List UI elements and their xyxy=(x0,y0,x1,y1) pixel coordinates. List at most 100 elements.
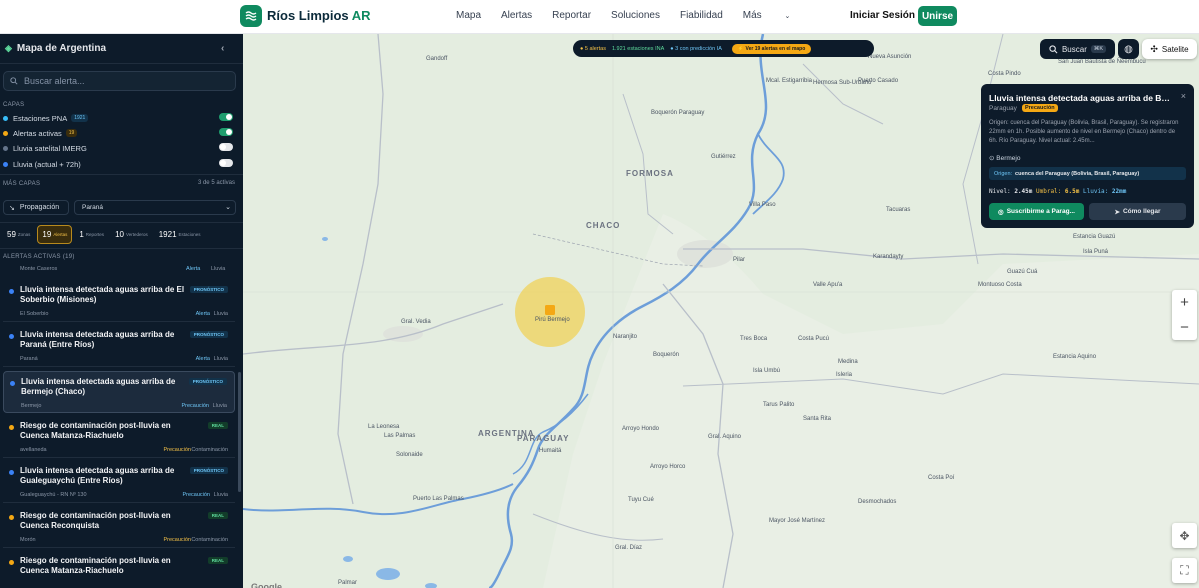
alert-item[interactable]: Riesgo de contaminación post-lluvia en C… xyxy=(3,416,235,458)
alert-title: Lluvia intensa detectada aguas arriba de… xyxy=(20,330,175,349)
alert-location: Paraná xyxy=(20,356,38,362)
layer-lluvia-imerg[interactable]: Lluvia satelital IMERG xyxy=(3,142,235,154)
layer-estaciones-pna[interactable]: Estaciones PNA 1921 xyxy=(3,112,235,124)
propagation-button[interactable]: ↘ Propagación xyxy=(3,200,69,215)
alert-category: Lluvia xyxy=(211,266,226,272)
layer-alertas-activas[interactable]: Alertas activas 19 xyxy=(3,127,235,139)
stat-value: 19 xyxy=(42,230,52,239)
map-place-label: Hermosa Sub-Urbano xyxy=(813,80,872,86)
alert-dot xyxy=(9,289,14,294)
stat-label: Reportes xyxy=(85,232,105,237)
map-place-label: Pilar xyxy=(733,257,746,263)
alert-dot xyxy=(10,381,15,386)
bell-icon: ◎ xyxy=(998,208,1004,216)
view-alerts-button[interactable]: ⚡ Ver 19 alertas en el mapo xyxy=(731,43,812,54)
map-place-label: Palmar xyxy=(338,580,358,586)
map-place-label: Naranjito xyxy=(613,334,638,340)
map-place-label: Humaitá xyxy=(539,448,562,454)
stat-label: Estaciones xyxy=(178,232,201,237)
logo-icon[interactable] xyxy=(240,5,262,27)
map-place-label: PARAGUAY xyxy=(517,434,570,443)
more-layers-label[interactable]: MÁS CAPAS xyxy=(3,181,40,187)
collapse-icon[interactable]: ‹ xyxy=(221,43,224,54)
nav-link-reportar[interactable]: Reportar xyxy=(552,10,591,21)
river-select[interactable]: Paraná ⌄ xyxy=(74,200,236,215)
map-place-label: Tres Boca xyxy=(740,336,768,342)
signin-link[interactable]: Iniciar Sesión xyxy=(850,10,915,21)
stat-estaciones[interactable]: 1921 Estaciones xyxy=(155,225,205,244)
alert-item[interactable]: Lluvia intensa detectada aguas arriba de… xyxy=(3,280,235,322)
pin-icon: ⊙ xyxy=(989,155,995,162)
layer-badge: 1921 xyxy=(71,114,89,122)
map-place-label: Gutiérrez xyxy=(711,154,736,160)
nav-link-soluciones[interactable]: Soluciones xyxy=(611,10,660,21)
stat-zonas[interactable]: 59 Zonas xyxy=(3,225,34,244)
alert-item[interactable]: Lluvia intensa detectada aguas arriba de… xyxy=(3,325,235,367)
map-search-button[interactable]: Buscar ⌘K xyxy=(1040,39,1115,59)
stat-reportes[interactable]: 1 Reportes xyxy=(75,225,108,244)
satellite-toggle[interactable]: ✣ Satelite xyxy=(1142,39,1197,59)
layer-toggle[interactable] xyxy=(219,113,233,121)
alert-search-input[interactable]: Buscar alerta... xyxy=(3,71,236,91)
nav-link-mas[interactable]: Más ⌄ xyxy=(743,10,811,21)
layer-toggle[interactable] xyxy=(219,159,233,167)
globe-button[interactable]: ◍ xyxy=(1118,39,1139,59)
navigation-icon: ➤ xyxy=(1114,208,1120,216)
nivel-label: Nivel: xyxy=(989,188,1011,195)
alert-dot xyxy=(9,470,14,475)
alert-item[interactable]: Riesgo de contaminación post-lluvia en C… xyxy=(3,551,235,588)
divider xyxy=(0,222,243,223)
stat-vertederos[interactable]: 10 Vertederos xyxy=(111,225,152,244)
sidebar-scrollbar[interactable] xyxy=(238,372,241,492)
close-icon[interactable]: × xyxy=(1181,91,1186,101)
zoom-out-button[interactable]: − xyxy=(1172,315,1197,340)
layer-label: Estaciones PNA xyxy=(13,113,68,123)
popup-origin: Origen: cuenca del Paraguay (Bolivia, Bra… xyxy=(989,167,1186,180)
alert-item[interactable]: Riesgo de contaminación post-lluvia en C… xyxy=(3,506,235,548)
alert-title: Riesgo de contaminación post-lluvia en C… xyxy=(20,556,171,575)
layer-lluvia-actual[interactable]: Lluvia (actual + 72h) xyxy=(3,158,235,170)
alert-item[interactable]: Lluvia intensa detectada aguas arriba de… xyxy=(3,461,235,503)
chevron-down-icon: ⌄ xyxy=(784,13,791,20)
join-button[interactable]: Unirse xyxy=(918,6,957,26)
fullscreen-icon: ⛶ xyxy=(1180,563,1189,577)
alert-item[interactable]: Lluvia intensa detectada aguas arriba de… xyxy=(3,371,235,413)
fullscreen-button[interactable]: ⛶ xyxy=(1172,558,1197,583)
alert-category: Contaminación xyxy=(191,537,228,543)
alert-dot xyxy=(9,425,14,430)
nav-link-mapa[interactable]: Mapa xyxy=(456,10,481,21)
stat-label: Zonas xyxy=(17,232,31,237)
nav-link-alertas[interactable]: Alertas xyxy=(501,10,532,21)
nivel-value: 2.45m xyxy=(1014,188,1033,195)
zoom-in-button[interactable]: + xyxy=(1172,290,1197,315)
alert-level: Alerta xyxy=(195,311,210,317)
map-place-label: Karandayty xyxy=(873,254,904,260)
pan-control[interactable]: ✥ xyxy=(1172,523,1197,548)
alert-category: Lluvia xyxy=(213,356,228,362)
map-place-label: Solonaide xyxy=(396,452,423,458)
alert-title: Lluvia intensa detectada aguas arriba de… xyxy=(20,466,175,485)
brand-text: Ríos Limpios xyxy=(267,8,349,23)
satellite-label: Satelite xyxy=(1161,44,1189,54)
alert-location: Gualeguaychú - RN Nº 130 xyxy=(20,492,87,498)
directions-button[interactable]: ➤ Cómo llegar xyxy=(1089,203,1186,220)
search-icon xyxy=(10,77,18,85)
layer-badge: 19 xyxy=(65,129,78,137)
nav-link-fiabilidad[interactable]: Fiabilidad xyxy=(680,10,723,21)
more-layers-count: 3 de 5 activas xyxy=(197,180,235,186)
globe-icon: ◍ xyxy=(1124,43,1133,55)
layer-toggle[interactable] xyxy=(219,143,233,151)
alert-location: Monte Caseros xyxy=(20,266,58,272)
alert-type-badge: REAL xyxy=(207,422,228,429)
status-pred: ● 3 con predicción IA xyxy=(670,45,722,52)
brand-name[interactable]: Ríos Limpios AR xyxy=(267,8,371,23)
subscribe-button[interactable]: ◎ Suscribirme a Parag... xyxy=(989,203,1084,220)
alert-title: Lluvia intensa detectada aguas arriba de… xyxy=(21,377,176,396)
alert-popup: Lluvia intensa detectada aguas arriba de… xyxy=(981,84,1194,228)
alert-level: Precaución xyxy=(181,403,209,409)
stat-alertas[interactable]: 19 Alertas xyxy=(37,225,73,244)
layer-dot xyxy=(3,161,8,167)
map-place-label: Pirú Bermejo xyxy=(535,317,570,323)
popup-description: Origen: cuenca del Paraguay (Bolivia, Br… xyxy=(989,120,1179,144)
layer-toggle[interactable] xyxy=(219,128,233,136)
